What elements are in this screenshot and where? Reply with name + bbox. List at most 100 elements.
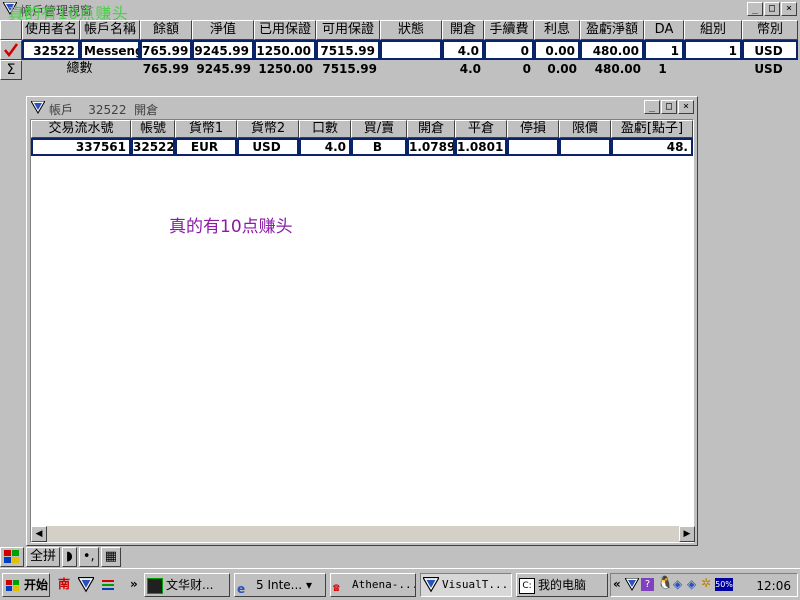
cell-lots[interactable]: 4.0: [299, 138, 351, 156]
header-serial[interactable]: 交易流水號: [31, 120, 131, 138]
maximize-button[interactable]: □: [764, 2, 780, 16]
close-button[interactable]: ×: [781, 2, 797, 16]
qq-penguin-icon[interactable]: 🐧: [657, 576, 673, 591]
gear-icon[interactable]: ✲: [701, 576, 711, 590]
maximize-button[interactable]: □: [661, 100, 677, 114]
clock[interactable]: 12:06: [756, 579, 791, 593]
cell-stop-loss[interactable]: [507, 138, 559, 156]
open-positions-window: 帳戶 32522 開倉 _ □ × 交易流水號 帳號 貨幣1 貨幣2 口數 買/…: [26, 96, 698, 546]
header-used-margin[interactable]: 已用保證: [254, 20, 316, 40]
header-side[interactable]: 買/賣: [351, 120, 407, 138]
cell-close-price[interactable]: 1.0801: [455, 138, 507, 156]
system-tray: « ? 🐧 ◈ ◈ ✲ 50% 12:06: [610, 573, 798, 597]
filter-logo-icon: [78, 576, 94, 592]
quicklaunch-chart[interactable]: [98, 573, 118, 597]
halfwidth-toggle[interactable]: ◗: [62, 547, 77, 567]
header-status[interactable]: 狀態: [380, 20, 442, 40]
row-selected-marker[interactable]: [0, 40, 22, 60]
cell-pl[interactable]: 480.00: [580, 40, 644, 60]
total-free-margin: 7515.99: [316, 60, 380, 80]
header-account-name[interactable]: 帳戶名稱: [80, 20, 140, 40]
quicklaunch-nan[interactable]: 南: [56, 573, 74, 597]
cell-free-margin[interactable]: 7515.99: [316, 40, 380, 60]
main-window-titlebar[interactable]: 帳戶管理視窗 真的有10点赚头 _ □ ×: [0, 0, 800, 23]
cell-limit[interactable]: [559, 138, 611, 156]
scroll-left-button[interactable]: ◀: [31, 526, 47, 542]
header-stop-loss[interactable]: 停損: [507, 120, 559, 138]
cell-open[interactable]: 4.0: [442, 40, 484, 60]
header-group[interactable]: 組別: [684, 20, 742, 40]
total-balance: 765.99: [140, 60, 192, 80]
header-da[interactable]: DA: [644, 20, 684, 40]
bars-icon: [102, 579, 114, 590]
filter-logo-icon[interactable]: [625, 578, 639, 591]
quicklaunch-more[interactable]: »: [128, 573, 140, 597]
header-currency2[interactable]: 貨幣2: [237, 120, 299, 138]
minimize-button[interactable]: _: [747, 2, 763, 16]
header-account[interactable]: 帳號: [131, 120, 175, 138]
header-open[interactable]: 開倉: [442, 20, 484, 40]
cell-open-price[interactable]: 1.0789: [407, 138, 455, 156]
header-fee[interactable]: 手續費: [484, 20, 534, 40]
cell-serial[interactable]: 337561: [31, 138, 131, 156]
keyboard-button[interactable]: ▦: [100, 547, 121, 567]
scroll-right-button[interactable]: ▶: [679, 526, 695, 542]
cell-interest[interactable]: 0.00: [534, 40, 580, 60]
header-currency[interactable]: 幣別: [742, 20, 798, 40]
task-wenhua[interactable]: 文华财...: [144, 573, 230, 597]
row-marker-header: [0, 20, 22, 40]
header-currency1[interactable]: 貨幣1: [175, 120, 237, 138]
cell-equity[interactable]: 9245.99: [192, 40, 254, 60]
task-athena[interactable]: ☎ Athena-...: [330, 573, 416, 597]
cell-user[interactable]: 32522: [22, 40, 80, 60]
task-mycomputer-label: 我的电脑: [538, 578, 587, 592]
task-visualtrader[interactable]: VisualT...: [420, 573, 512, 597]
header-open-price[interactable]: 開倉: [407, 120, 455, 138]
total-fee: 0: [484, 60, 534, 80]
close-button[interactable]: ×: [678, 100, 694, 114]
checkmark-icon: [4, 43, 19, 58]
quicklaunch-filter[interactable]: [76, 573, 96, 597]
app-chart-icon: [147, 577, 163, 594]
cell-account-name[interactable]: Messeng: [80, 40, 140, 60]
cell-side[interactable]: B: [351, 138, 407, 156]
ime-logo-button[interactable]: [0, 547, 24, 567]
task-internet[interactable]: e5 Inte... ▾: [234, 573, 326, 597]
header-interest[interactable]: 利息: [534, 20, 580, 40]
total-label: 總數: [22, 60, 140, 80]
header-lots[interactable]: 口數: [299, 120, 351, 138]
cpu-meter[interactable]: 50%: [715, 578, 733, 591]
header-user[interactable]: 使用者名: [22, 20, 80, 40]
header-balance[interactable]: 餘額: [140, 20, 192, 40]
open-positions-titlebar[interactable]: 帳戶 32522 開倉 _ □ ×: [29, 99, 695, 117]
cell-currency1[interactable]: EUR: [175, 138, 237, 156]
task-mycomputer[interactable]: C: 我的电脑: [516, 573, 608, 597]
cell-pl-points[interactable]: 48.: [611, 138, 693, 156]
header-pl[interactable]: 盈虧淨額: [580, 20, 644, 40]
start-button[interactable]: 开始: [2, 573, 50, 597]
help-icon[interactable]: ?: [641, 578, 654, 591]
cell-currency[interactable]: USD: [742, 40, 798, 60]
punctuation-toggle[interactable]: •,: [78, 547, 99, 567]
header-equity[interactable]: 淨值: [192, 20, 254, 40]
cell-used-margin[interactable]: 1250.00: [254, 40, 316, 60]
messenger-icon[interactable]: ◈: [687, 577, 696, 591]
filter-logo-icon: [423, 577, 439, 593]
header-close-price[interactable]: 平倉: [455, 120, 507, 138]
header-pl-points[interactable]: 盈虧[點子]: [611, 120, 693, 138]
cell-group[interactable]: 1: [684, 40, 742, 60]
punctuation-icon: •,: [82, 549, 95, 564]
horizontal-scrollbar[interactable]: ◀ ▶: [31, 526, 695, 542]
cell-status[interactable]: [380, 40, 442, 60]
ime-mode-button[interactable]: 全拼: [26, 547, 61, 567]
cell-balance[interactable]: 765.99: [140, 40, 192, 60]
minimize-button[interactable]: _: [644, 100, 660, 114]
network-icon[interactable]: ◈: [673, 577, 682, 591]
tray-expand-icon[interactable]: «: [613, 577, 621, 591]
cell-fee[interactable]: 0: [484, 40, 534, 60]
header-limit[interactable]: 限價: [559, 120, 611, 138]
header-free-margin[interactable]: 可用保證: [316, 20, 380, 40]
cell-da[interactable]: 1: [644, 40, 684, 60]
cell-account[interactable]: 32522: [131, 138, 175, 156]
cell-currency2[interactable]: USD: [237, 138, 299, 156]
